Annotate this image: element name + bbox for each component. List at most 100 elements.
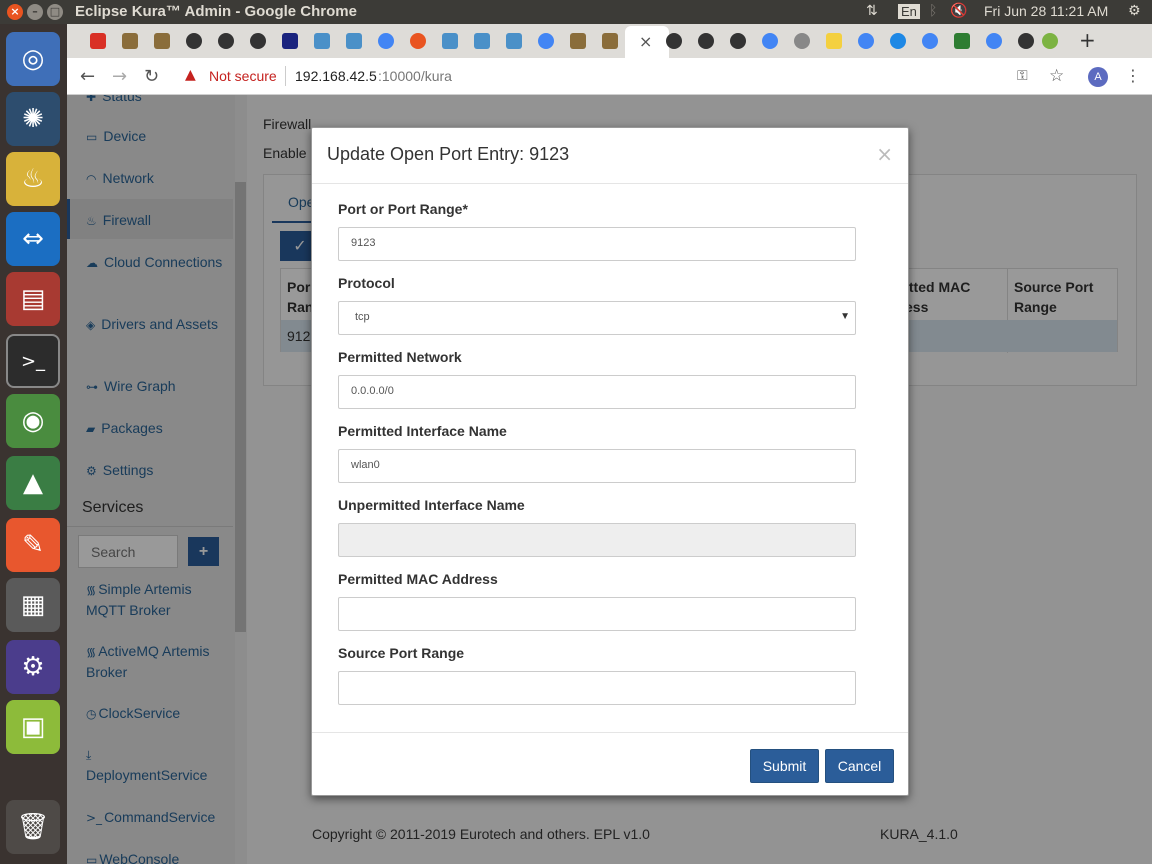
chrome-icon[interactable]: ◉ [6, 394, 60, 448]
page-icon [602, 33, 618, 49]
new-tab-button[interactable]: + [1079, 28, 1096, 52]
tab-github[interactable] [663, 30, 685, 52]
protocol-field-group: Protocol tcp ▼ [338, 275, 856, 335]
unpermitted-interface-input [338, 523, 856, 557]
tab-google[interactable] [919, 30, 941, 52]
omnibox[interactable]: ▲ Not secure 192.168.42.5 :10000/kura [177, 64, 1017, 89]
update-open-port-modal: Update Open Port Entry: 9123 × Port or P… [311, 127, 909, 796]
profile-avatar[interactable]: A [1088, 67, 1108, 87]
file-cabinet-icon[interactable]: ▤ [6, 272, 60, 326]
window-minimize-button[interactable]: – [27, 4, 43, 20]
window-maximize-button[interactable]: □ [47, 4, 63, 20]
network-transfer-icon[interactable]: ⇅ [866, 3, 878, 19]
tab-generic[interactable] [951, 30, 973, 52]
tab-github[interactable] [695, 30, 717, 52]
protocol-select[interactable]: tcp ▼ [338, 301, 856, 335]
close-tab-icon[interactable]: × [639, 32, 652, 51]
github-icon [698, 33, 714, 49]
app-icon-green[interactable]: ▣ [6, 700, 60, 754]
volume-muted-icon[interactable]: 🔇 [950, 3, 967, 19]
tab-generic[interactable] [119, 30, 141, 52]
browser-tab-strip: × + [67, 24, 1152, 58]
tab-generic[interactable] [823, 30, 845, 52]
tab-generic[interactable] [311, 30, 333, 52]
tab-generic[interactable] [887, 30, 909, 52]
google-icon [986, 33, 1002, 49]
source-port-range-field-group: Source Port Range [338, 645, 856, 705]
tab-google[interactable] [535, 30, 557, 52]
bluetooth-icon[interactable]: ᛒ [929, 3, 937, 19]
page-icon [1042, 33, 1058, 49]
key-icon[interactable]: ⚿ [1017, 68, 1028, 84]
page-icon [570, 33, 586, 49]
tab-generic[interactable] [1039, 30, 1061, 52]
cancel-button[interactable]: Cancel [825, 749, 894, 783]
menu-kebab-icon[interactable]: ⋮ [1125, 66, 1141, 85]
bookmark-star-icon[interactable]: ☆ [1049, 66, 1064, 86]
permitted-network-input[interactable]: 0.0.0.0/0 [338, 375, 856, 409]
postman-icon[interactable]: ✎ [6, 518, 60, 572]
tab-github[interactable] [1015, 30, 1037, 52]
tab-generic[interactable] [567, 30, 589, 52]
tab-generic[interactable] [439, 30, 461, 52]
permitted-mac-field-group: Permitted MAC Address [338, 571, 856, 631]
url-host: 192.168.42.5 [295, 68, 377, 84]
tab-google[interactable] [759, 30, 781, 52]
tab-gmail[interactable] [87, 30, 109, 52]
forward-button[interactable]: → [112, 66, 127, 87]
permitted-mac-label: Permitted MAC Address [338, 571, 498, 587]
reload-button[interactable]: ↻ [144, 66, 159, 87]
teamviewer-icon[interactable]: ⇔ [6, 212, 60, 266]
gmail-icon [90, 33, 106, 49]
tab-generic[interactable] [279, 30, 301, 52]
ubuntu-dash-icon[interactable]: ◎ [6, 32, 60, 86]
tab-generic[interactable] [471, 30, 493, 52]
tab-github[interactable] [727, 30, 749, 52]
system-gear-icon[interactable]: ⚙ [1128, 3, 1141, 19]
port-range-input[interactable]: 9123 [338, 227, 856, 261]
tab-google[interactable] [375, 30, 397, 52]
tab-generic[interactable] [503, 30, 525, 52]
tab-generic[interactable] [151, 30, 173, 52]
modal-header: Update Open Port Entry: 9123 [312, 128, 908, 184]
permitted-mac-input[interactable] [338, 597, 856, 631]
keyboard-language-indicator[interactable]: En [898, 4, 920, 19]
tab-google[interactable] [855, 30, 877, 52]
protocol-label: Protocol [338, 275, 395, 291]
trash-icon[interactable]: 🗑 [6, 800, 60, 854]
settings-app-icon[interactable]: ⚙ [6, 640, 60, 694]
permitted-interface-input[interactable]: wlan0 [338, 449, 856, 483]
tab-generic[interactable] [343, 30, 365, 52]
google-icon [378, 33, 394, 49]
google-icon [762, 33, 778, 49]
window-close-button[interactable]: × [7, 4, 23, 20]
url-path: :10000/kura [378, 68, 452, 84]
tab-github[interactable] [215, 30, 237, 52]
genie-app-icon[interactable]: ♨ [6, 152, 60, 206]
tab-github[interactable] [183, 30, 205, 52]
permitted-network-label: Permitted Network [338, 349, 462, 365]
modal-close-button[interactable]: × [876, 142, 893, 166]
page-icon [954, 33, 970, 49]
clock[interactable]: Fri Jun 28 11:21 AM [984, 3, 1108, 19]
terminal-icon[interactable]: >_ [6, 334, 60, 388]
tab-generic[interactable] [791, 30, 813, 52]
calculator-icon[interactable]: ▦ [6, 578, 60, 632]
askubuntu-icon [410, 33, 426, 49]
tab-askubuntu[interactable] [407, 30, 429, 52]
source-port-range-input[interactable] [338, 671, 856, 705]
globe-icon [794, 33, 810, 49]
source-port-range-label: Source Port Range [338, 645, 465, 661]
tab-google[interactable] [983, 30, 1005, 52]
browser-toolbar: ← → ↻ ▲ Not secure 192.168.42.5 :10000/k… [67, 58, 1152, 95]
tab-github[interactable] [247, 30, 269, 52]
not-secure-label[interactable]: Not secure [209, 68, 277, 84]
port-range-label: Port or Port Range* [338, 201, 468, 217]
submit-button[interactable]: Submit [750, 749, 819, 783]
android-studio-icon[interactable]: ▲ [6, 456, 60, 510]
unpermitted-interface-field-group: Unpermitted Interface Name [338, 497, 856, 557]
back-button[interactable]: ← [80, 66, 95, 87]
tab-generic[interactable] [599, 30, 621, 52]
eclipse-app-icon[interactable]: ✺ [6, 92, 60, 146]
page-icon [122, 33, 138, 49]
